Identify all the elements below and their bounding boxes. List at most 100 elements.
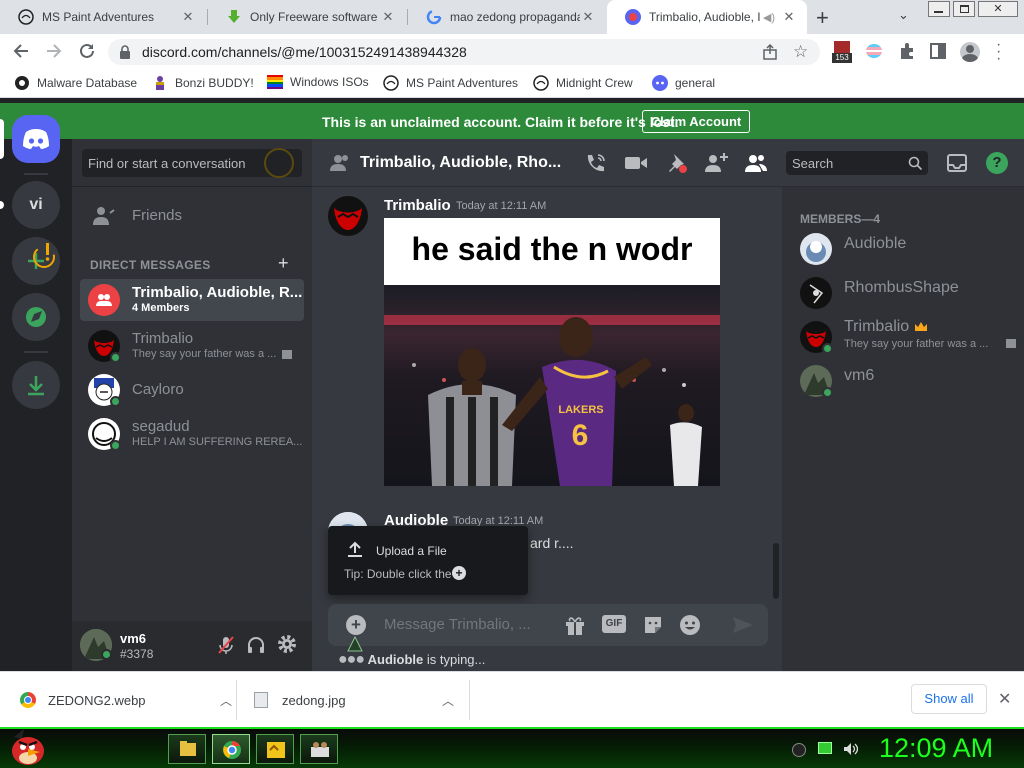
download-tab-icon xyxy=(226,9,242,25)
kebab-menu-icon[interactable]: · · · xyxy=(996,37,1001,67)
member-vm6[interactable]: vm6 xyxy=(800,361,1020,401)
tab-search-icon[interactable]: ⌄ xyxy=(898,7,909,23)
close-icon[interactable]: ✕ xyxy=(580,9,596,25)
close-icon[interactable]: ✕ xyxy=(180,9,196,25)
bookmark-general[interactable]: general xyxy=(652,75,715,91)
member-rhombusshape[interactable]: RhombusShape xyxy=(800,273,1020,313)
trans-flag-icon[interactable] xyxy=(866,44,882,58)
custom-status-icon xyxy=(282,350,292,359)
chat-header: Trimbalio, Audioble, Rho... Search ? xyxy=(312,139,1024,187)
upload-file-option[interactable]: Upload a File xyxy=(376,544,447,558)
discord-tab-icon xyxy=(625,9,641,25)
message-input[interactable]: + Message Trimbalio, ... GIF xyxy=(328,604,768,646)
message-author[interactable]: Trimbalio xyxy=(384,197,451,214)
member-list-icon[interactable] xyxy=(744,153,768,173)
attach-plus-icon[interactable]: + xyxy=(346,615,366,635)
mute-mic-icon[interactable] xyxy=(216,635,236,655)
bookmark-midnight-crew[interactable]: Midnight Crew xyxy=(533,75,633,91)
video-call-icon[interactable] xyxy=(624,154,648,172)
headphones-icon[interactable] xyxy=(246,635,266,655)
bookmark-malware[interactable]: Malware Database xyxy=(14,75,137,91)
download-apps-button[interactable] xyxy=(12,361,60,409)
close-downloads-icon[interactable]: ✕ xyxy=(998,689,1011,709)
network-icon[interactable] xyxy=(818,742,832,754)
minimize-button[interactable] xyxy=(928,1,950,17)
claim-account-button[interactable]: Claim Account xyxy=(642,110,750,133)
online-status-icon xyxy=(110,352,121,363)
maximize-button[interactable] xyxy=(953,1,975,17)
window-close-button[interactable]: ✕ xyxy=(978,1,1018,17)
pinned-messages-icon[interactable] xyxy=(666,152,688,174)
gif-button[interactable]: GIF xyxy=(602,615,626,633)
share-icon[interactable] xyxy=(762,44,778,60)
group-dm-icon xyxy=(330,153,352,173)
taskbar-clock[interactable]: 12:09 AM xyxy=(879,733,993,764)
add-friends-to-dm-icon[interactable] xyxy=(704,152,728,174)
create-dm-button[interactable]: + xyxy=(278,253,289,274)
inbox-icon[interactable] xyxy=(946,153,968,173)
bookmark-bonzi[interactable]: Bonzi BUDDY! xyxy=(152,75,254,91)
message-placeholder: Message Trimbalio, ... xyxy=(384,616,531,633)
bookmark-windows-isos[interactable]: Windows ISOs xyxy=(267,75,369,89)
message-image-meme[interactable]: he said the n wodr 6 LAKERS xyxy=(384,218,720,486)
volume-icon[interactable] xyxy=(842,741,858,757)
find-conversation-input[interactable]: Find or start a conversation xyxy=(82,148,302,178)
profile-avatar-icon[interactable] xyxy=(960,42,980,62)
show-all-button[interactable]: Show all xyxy=(911,684,987,714)
chat-scrollbar[interactable] xyxy=(773,543,779,599)
extensions-puzzle-icon[interactable] xyxy=(898,42,916,60)
download-item[interactable]: zedong.jpg ︿ xyxy=(254,672,454,728)
settings-gear-icon[interactable] xyxy=(277,634,297,654)
bookmark-star-icon[interactable]: ☆ xyxy=(793,42,808,62)
taskbar-notes[interactable] xyxy=(256,734,294,764)
dm-item-trimbalio[interactable]: Trimbalio They say your father was a ... xyxy=(80,325,304,367)
taskbar-explorer[interactable] xyxy=(168,734,206,764)
tab-freeware[interactable]: Only Freeware software f ✕ xyxy=(208,0,406,34)
jersey-team: LAKERS xyxy=(558,404,603,416)
emoji-icon[interactable] xyxy=(679,614,701,636)
tab-google[interactable]: mao zedong propaganda ✕ xyxy=(408,0,606,34)
dm-item-segadud[interactable]: segadud HELP I AM SUFFERING REREA... xyxy=(80,413,304,455)
taskbar-app[interactable] xyxy=(300,734,338,764)
explore-servers-button[interactable] xyxy=(12,293,60,341)
dm-item-group[interactable]: Trimbalio, Audioble, R... 4 Members xyxy=(80,279,304,321)
angry-bird-start-icon[interactable] xyxy=(8,727,48,767)
dm-item-name: segadud xyxy=(132,418,190,435)
voice-call-icon[interactable] xyxy=(584,152,606,174)
tray-icon[interactable] xyxy=(792,743,806,757)
close-icon[interactable]: ✕ xyxy=(781,9,797,25)
close-icon[interactable]: ✕ xyxy=(380,9,396,25)
chat-search-input[interactable]: Search xyxy=(786,151,928,175)
address-bar[interactable]: discord.com/channels/@me/100315249143894… xyxy=(108,39,820,65)
typing-suffix: is typing... xyxy=(423,652,486,667)
message-avatar-trimbalio[interactable] xyxy=(328,196,368,236)
typing-user: Audioble xyxy=(367,652,424,667)
dm-item-cayloro[interactable]: Cayloro xyxy=(80,369,304,411)
speaker-muted-icon[interactable]: ◀) xyxy=(763,11,775,24)
side-panel-icon[interactable] xyxy=(930,43,946,59)
gift-icon[interactable] xyxy=(564,614,586,636)
help-icon[interactable]: ? xyxy=(986,152,1008,174)
friends-nav-item[interactable]: Friends xyxy=(80,195,304,237)
tab-mspa[interactable]: MS Paint Adventures ✕ xyxy=(0,0,206,34)
bookmark-mspa[interactable]: MS Paint Adventures xyxy=(383,75,518,91)
extension-badge-icon[interactable]: 153 xyxy=(832,41,852,63)
biohazard-icon xyxy=(14,75,30,91)
chevron-up-icon[interactable]: ︿ xyxy=(442,692,454,709)
home-discord-button[interactable] xyxy=(12,115,60,163)
member-trimbalio[interactable]: Trimbalio They say your father was a ... xyxy=(800,317,1020,357)
lock-icon[interactable] xyxy=(119,45,131,59)
tab-discord-active[interactable]: Trimbalio, Audioble, I ◀) ✕ xyxy=(607,0,807,34)
add-server-button[interactable] xyxy=(12,237,60,285)
taskbar-chrome[interactable] xyxy=(212,734,250,764)
back-icon[interactable] xyxy=(12,42,30,60)
member-audioble[interactable]: Audioble xyxy=(800,229,1020,269)
server-vi[interactable]: vi xyxy=(12,181,60,229)
chevron-up-icon[interactable]: ︿ xyxy=(220,692,232,709)
download-item[interactable]: ZEDONG2.webp ︿ xyxy=(20,672,232,728)
reload-icon[interactable] xyxy=(78,42,96,60)
sticker-icon[interactable] xyxy=(642,614,664,636)
forward-icon[interactable] xyxy=(45,42,63,60)
new-tab-button[interactable]: + xyxy=(816,5,829,31)
send-icon[interactable] xyxy=(732,616,754,634)
